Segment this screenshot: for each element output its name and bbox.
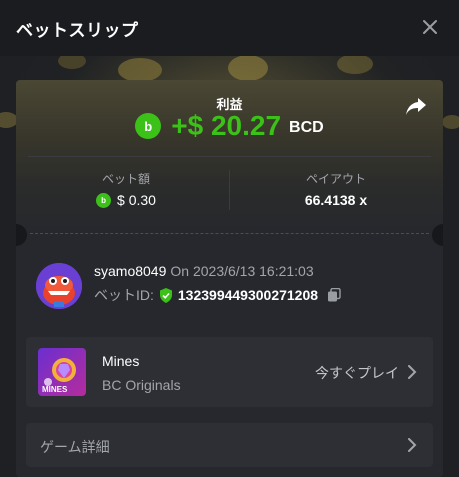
bet-id-value: 132399449300271208 xyxy=(177,287,319,303)
chevron-right-icon xyxy=(408,438,417,452)
game-provider: BC Originals xyxy=(102,377,181,393)
bet-id-line: ベットID: 132399449300271208 xyxy=(94,285,341,305)
payout-stat: ペイアウト 66.4138 x xyxy=(236,170,436,208)
bet-amount-value: $ 0.30 xyxy=(117,192,156,208)
game-name: Mines xyxy=(102,353,140,369)
game-details-label: ゲーム詳細 xyxy=(40,439,110,455)
ticket-perforation xyxy=(30,233,429,234)
verified-shield-icon xyxy=(159,287,172,303)
user-row: syamo8049 On 2023/6/13 16:21:03 ベットID: 13… xyxy=(36,263,341,313)
copy-icon[interactable] xyxy=(327,288,341,302)
close-icon[interactable] xyxy=(419,16,441,38)
payout-label: ペイアウト xyxy=(305,172,366,186)
bet-slip-modal: ベットスリップ 利益 b +$ 20.27 BCD ベット額 b $ 0.30 … xyxy=(0,0,459,477)
profit-row: b +$ 20.27 BCD xyxy=(16,110,443,142)
user-info: syamo8049 On 2023/6/13 16:21:03 ベットID: 13… xyxy=(94,263,341,313)
bet-ticket: 利益 b +$ 20.27 BCD ベット額 b $ 0.30 ペイアウト 66… xyxy=(16,80,443,477)
bcd-coin-icon: b xyxy=(135,113,162,139)
share-icon[interactable] xyxy=(405,96,427,116)
bet-id-label: ベットID: xyxy=(94,287,154,303)
modal-title: ベットスリップ xyxy=(16,20,139,40)
summary-divider xyxy=(28,156,431,157)
game-details-row[interactable]: ゲーム詳細 xyxy=(26,423,433,467)
ticket-notch-right xyxy=(432,224,443,246)
play-now-link[interactable]: 今すぐプレイ xyxy=(315,363,399,383)
game-thumb-label: MINES xyxy=(42,385,68,394)
bcd-coin-icon: b xyxy=(96,192,112,208)
bet-amount-value-row: b $ 0.30 xyxy=(26,192,226,208)
username[interactable]: syamo8049 xyxy=(94,263,166,279)
bet-timestamp: On 2023/6/13 16:21:03 xyxy=(170,263,314,279)
bet-amount-stat: ベット額 b $ 0.30 xyxy=(26,170,226,208)
game-card[interactable]: MINES Mines BC Originals 今すぐプレイ xyxy=(26,337,433,407)
chevron-right-icon xyxy=(408,365,417,379)
avatar[interactable] xyxy=(36,263,82,309)
game-thumbnail: MINES xyxy=(38,348,86,396)
payout-value: 66.4138 x xyxy=(304,192,368,208)
modal-header: ベットスリップ xyxy=(0,0,459,56)
bet-amount-label: ベット額 xyxy=(101,172,150,186)
profit-amount: +$ 20.27 xyxy=(171,110,282,141)
profit-currency: BCD xyxy=(289,119,324,136)
stats-divider xyxy=(229,170,230,210)
user-line: syamo8049 On 2023/6/13 16:21:03 xyxy=(94,263,341,279)
